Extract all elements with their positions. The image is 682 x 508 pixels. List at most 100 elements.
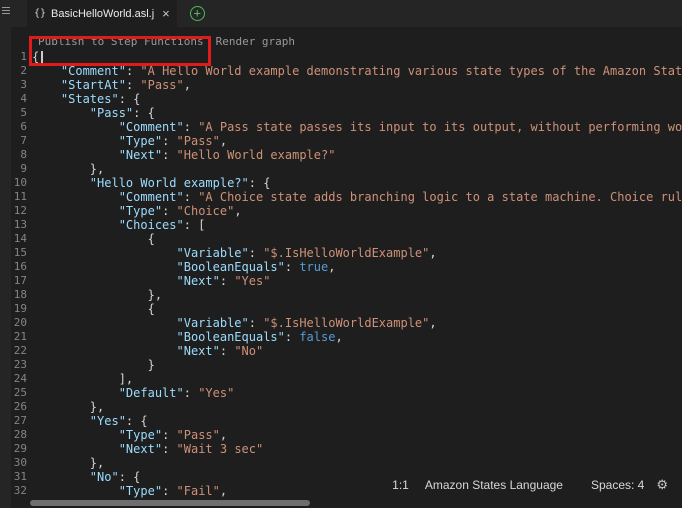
language-mode-status[interactable]: Amazon States Language [425, 478, 563, 492]
text-cursor [41, 51, 43, 63]
code-text: "Type": "Choice", [32, 204, 242, 218]
code-text: } [32, 358, 155, 372]
code-line: 9 }, [11, 162, 682, 176]
render-graph-link[interactable]: Render graph [216, 35, 295, 50]
code-text: "Default": "Yes" [32, 386, 234, 400]
line-number: 14 [11, 232, 27, 246]
code-text: "Variable": "$.IsHelloWorldExample", [32, 316, 437, 330]
codelens-row: Publish to Step Functions Render graph [11, 27, 682, 50]
code-area[interactable]: 1{2 "Comment": "A Hello World example de… [11, 50, 682, 498]
line-number: 24 [11, 372, 27, 386]
menu-icon[interactable] [2, 7, 10, 16]
code-line: 19 { [11, 302, 682, 316]
line-number: 11 [11, 190, 27, 204]
code-line: 24 ], [11, 372, 682, 386]
code-text: "BooleanEquals": true, [32, 260, 335, 274]
code-text: "Variable": "$.IsHelloWorldExample", [32, 246, 437, 260]
code-line: 8 "Next": "Hello World example?" [11, 148, 682, 162]
line-number: 8 [11, 148, 27, 162]
code-text: "Next": "No" [32, 344, 263, 358]
line-number: 12 [11, 204, 27, 218]
horizontal-scrollbar[interactable] [30, 500, 310, 506]
code-text: "StartAt": "Pass", [32, 78, 191, 92]
code-text: "Next": "Wait 3 sec" [32, 442, 263, 456]
code-line: 7 "Type": "Pass", [11, 134, 682, 148]
code-line: 12 "Type": "Choice", [11, 204, 682, 218]
code-text: "Yes": { [32, 414, 148, 428]
line-number: 21 [11, 330, 27, 344]
code-text: { [32, 232, 155, 246]
code-text: "Type": "Pass", [32, 134, 227, 148]
code-line: 14 { [11, 232, 682, 246]
line-number: 5 [11, 106, 27, 120]
line-number: 29 [11, 442, 27, 456]
line-number: 1 [11, 50, 27, 64]
line-number: 31 [11, 470, 27, 484]
code-text: "Next": "Yes" [32, 274, 270, 288]
code-line: 5 "Pass": { [11, 106, 682, 120]
add-circle-icon[interactable]: + [190, 6, 205, 21]
code-line: 3 "StartAt": "Pass", [11, 78, 682, 92]
code-line: 28 "Type": "Pass", [11, 428, 682, 442]
code-text: ], [32, 372, 133, 386]
code-line: 29 "Next": "Wait 3 sec" [11, 442, 682, 456]
code-line: 16 "BooleanEquals": true, [11, 260, 682, 274]
cursor-position-status[interactable]: 1:1 [392, 478, 409, 492]
code-line: 26 }, [11, 400, 682, 414]
code-line: 30 }, [11, 456, 682, 470]
code-line: 2 "Comment": "A Hello World example demo… [11, 64, 682, 78]
code-text: "Type": "Fail", [32, 484, 227, 498]
line-number: 3 [11, 78, 27, 92]
code-text: { [32, 302, 155, 316]
code-line: 6 "Comment": "A Pass state passes its in… [11, 120, 682, 134]
code-text: "Hello World example?": { [32, 176, 270, 190]
json-file-icon: {} [34, 8, 46, 19]
code-line: 10 "Hello World example?": { [11, 176, 682, 190]
code-text: "Comment": "A Choice state adds branchin… [32, 190, 682, 204]
line-number: 2 [11, 64, 27, 78]
vscode-window: {} BasicHelloWorld.asl.j × + Publish to … [0, 0, 682, 508]
code-text: { [32, 50, 43, 64]
indentation-status[interactable]: Spaces: 4 [591, 478, 644, 492]
line-number: 17 [11, 274, 27, 288]
line-number: 15 [11, 246, 27, 260]
gear-icon[interactable]: ⚙ [656, 477, 668, 493]
line-number: 26 [11, 400, 27, 414]
line-number: 9 [11, 162, 27, 176]
close-tab-icon[interactable]: × [162, 7, 170, 20]
code-text: "BooleanEquals": false, [32, 330, 343, 344]
line-number: 27 [11, 414, 27, 428]
activity-strip [0, 0, 11, 508]
line-number: 7 [11, 134, 27, 148]
code-line: 1{ [11, 50, 682, 64]
line-number: 19 [11, 302, 27, 316]
code-line: 21 "BooleanEquals": false, [11, 330, 682, 344]
code-text: }, [32, 288, 162, 302]
line-number: 23 [11, 358, 27, 372]
code-line: 17 "Next": "Yes" [11, 274, 682, 288]
line-number: 4 [11, 92, 27, 106]
line-number: 10 [11, 176, 27, 190]
status-bar: 1:1 Amazon States Language Spaces: 4 ⚙ [392, 477, 668, 493]
code-text: "Comment": "A Pass state passes its inpu… [32, 120, 682, 134]
line-number: 18 [11, 288, 27, 302]
code-line: 20 "Variable": "$.IsHelloWorldExample", [11, 316, 682, 330]
editor[interactable]: Publish to Step Functions Render graph 1… [11, 27, 682, 508]
code-text: "Comment": "A Hello World example demons… [32, 64, 682, 78]
line-number: 16 [11, 260, 27, 274]
code-text: "No": { [32, 470, 140, 484]
code-text: "States": { [32, 92, 140, 106]
line-number: 22 [11, 344, 27, 358]
code-text: "Type": "Pass", [32, 428, 227, 442]
line-number: 32 [11, 484, 27, 498]
tab-basichelloworld[interactable]: {} BasicHelloWorld.asl.j × [27, 0, 177, 27]
code-text: }, [32, 400, 104, 414]
code-text: "Next": "Hello World example?" [32, 148, 335, 162]
publish-to-step-functions-link[interactable]: Publish to Step Functions [38, 35, 204, 50]
code-text: }, [32, 456, 104, 470]
code-line: 22 "Next": "No" [11, 344, 682, 358]
line-number: 30 [11, 456, 27, 470]
tab-title: BasicHelloWorld.asl.j [51, 8, 154, 20]
code-line: 23 } [11, 358, 682, 372]
code-line: 27 "Yes": { [11, 414, 682, 428]
